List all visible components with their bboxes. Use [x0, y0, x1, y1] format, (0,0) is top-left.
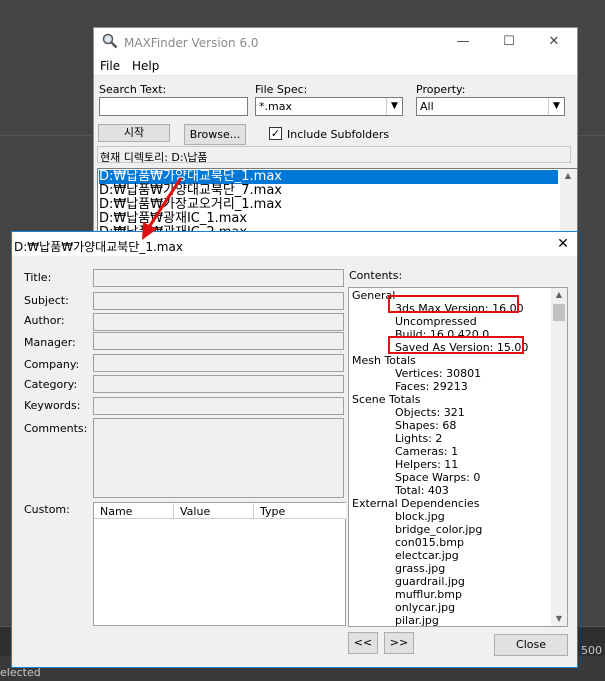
custom-label: Custom: [24, 503, 70, 516]
divider [578, 135, 605, 136]
manager-label: Manager: [24, 336, 76, 349]
tree-item[interactable]: Total: 403 [395, 484, 449, 497]
list-item[interactable]: D:₩납품₩광재IC_1.max [99, 212, 247, 226]
tree-item[interactable]: Uncompressed [395, 315, 477, 328]
contents-scrollbar[interactable]: ▲ ▼ [551, 288, 567, 626]
menu-file[interactable]: File [100, 59, 120, 73]
divider [0, 135, 93, 136]
title-field[interactable] [93, 269, 344, 287]
contents-tree[interactable]: General 3ds Max Version: 16.00 Uncompresse… [348, 287, 568, 627]
menu-bar: File Help [94, 56, 577, 76]
tree-item[interactable]: guardrail.jpg [395, 575, 465, 588]
tree-group[interactable]: External Dependencies [352, 497, 479, 510]
dialog-close-icon[interactable]: ✕ [552, 234, 574, 254]
subject-field[interactable] [93, 292, 344, 310]
company-label: Company: [24, 358, 80, 371]
maxfinder-window: MAXFinder Version 6.0 — ☐ ✕ File Help Se… [93, 27, 578, 259]
window-title: MAXFinder Version 6.0 [124, 36, 259, 50]
category-field[interactable] [93, 375, 344, 393]
timeline-number: 500 [581, 644, 602, 657]
include-subfolders-checkbox[interactable]: ✓ [269, 127, 282, 140]
tree-item[interactable]: Space Warps: 0 [395, 471, 480, 484]
manager-field[interactable] [93, 332, 344, 350]
scroll-thumb[interactable] [553, 304, 565, 321]
author-field[interactable] [93, 313, 344, 331]
tree-item[interactable]: electcar.jpg [395, 549, 459, 562]
column-header-type[interactable]: Type [254, 503, 346, 519]
current-directory: 현재 디렉토리: D:\납품 [97, 146, 571, 164]
saved-version-highlight-box [388, 336, 524, 354]
list-item[interactable]: D:₩납품₩가양대교북단_7.max [99, 184, 282, 198]
tree-item[interactable]: Faces: 29213 [395, 380, 468, 393]
browse-button[interactable]: Browse... [184, 124, 246, 145]
close-window-button[interactable]: ✕ [531, 28, 577, 56]
property-value: All [420, 100, 434, 113]
subject-label: Subject: [24, 294, 69, 307]
category-label: Category: [24, 378, 78, 391]
dialog-title-bar: D:₩납품₩가양대교북단_1.max ✕ [12, 232, 577, 256]
search-text-input[interactable] [99, 97, 248, 116]
tree-item[interactable]: bridge_color.jpg [395, 523, 482, 536]
current-directory-text: 현재 디렉토리: D:\납품 [100, 151, 208, 164]
title-label: Title: [24, 271, 52, 284]
tree-item[interactable]: Objects: 321 [395, 406, 465, 419]
tree-item[interactable]: block.jpg [395, 510, 445, 523]
comments-field[interactable] [93, 418, 344, 498]
tree-group[interactable]: Mesh Totals [352, 354, 416, 367]
file-spec-select[interactable]: *.max ▼ [255, 97, 403, 116]
column-header-name[interactable]: Name [94, 503, 174, 519]
company-field[interactable] [93, 354, 344, 372]
file-spec-label: File Spec: [255, 83, 308, 96]
comments-label: Comments: [24, 422, 88, 435]
version-highlight-box [388, 295, 519, 313]
tree-item[interactable]: Cameras: 1 [395, 445, 458, 458]
tree-item[interactable]: pilar.jpg [395, 614, 439, 626]
dialog-title: D:₩납품₩가양대교북단_1.max [14, 240, 183, 254]
contents-label: Contents: [349, 269, 403, 282]
list-item[interactable]: D:₩납품₩가장교오거리_1.max [99, 198, 282, 212]
author-label: Author: [24, 314, 65, 327]
title-bar: MAXFinder Version 6.0 — ☐ ✕ [94, 28, 577, 56]
tree-group[interactable]: Scene Totals [352, 393, 420, 406]
tree-item[interactable]: Lights: 2 [395, 432, 442, 445]
menu-help[interactable]: Help [132, 59, 159, 73]
minimize-button[interactable]: — [440, 28, 486, 56]
chevron-down-icon: ▼ [386, 98, 402, 115]
maximize-button[interactable]: ☐ [486, 28, 532, 56]
tree-item[interactable]: grass.jpg [395, 562, 445, 575]
scroll-down-icon[interactable]: ▼ [551, 612, 567, 626]
scroll-up-icon[interactable]: ▲ [560, 169, 576, 183]
start-button[interactable]: 시작 [98, 124, 170, 142]
tree-item[interactable]: Vertices: 30801 [395, 367, 481, 380]
tree-item[interactable]: Shapes: 68 [395, 419, 456, 432]
tree-item[interactable]: con015.bmp [395, 536, 464, 549]
file-properties-dialog: D:₩납품₩가양대교북단_1.max ✕ Title: Subject: Aut… [11, 231, 578, 668]
tree-item[interactable]: mufflur.bmp [395, 588, 462, 601]
keywords-field[interactable] [93, 397, 344, 415]
magnifier-icon [102, 33, 118, 49]
list-item[interactable]: D:₩납품₩가양대교북단_1.max [99, 170, 558, 184]
keywords-label: Keywords: [24, 399, 81, 412]
next-button[interactable]: >> [384, 632, 414, 654]
tree-item[interactable]: onlycar.jpg [395, 601, 455, 614]
tree-item[interactable]: Helpers: 11 [395, 458, 458, 471]
file-spec-value: *.max [259, 100, 292, 113]
column-header-value[interactable]: Value [174, 503, 254, 519]
property-select[interactable]: All ▼ [416, 97, 565, 116]
previous-button[interactable]: << [348, 632, 378, 654]
include-subfolders-label: Include Subfolders [287, 128, 390, 141]
property-label: Property: [416, 83, 466, 96]
chevron-down-icon: ▼ [548, 98, 564, 115]
search-text-label: Search Text: [99, 83, 167, 96]
custom-properties-table[interactable]: Name Value Type [93, 502, 346, 626]
close-button[interactable]: Close [494, 634, 568, 656]
scroll-up-icon[interactable]: ▲ [551, 288, 567, 302]
